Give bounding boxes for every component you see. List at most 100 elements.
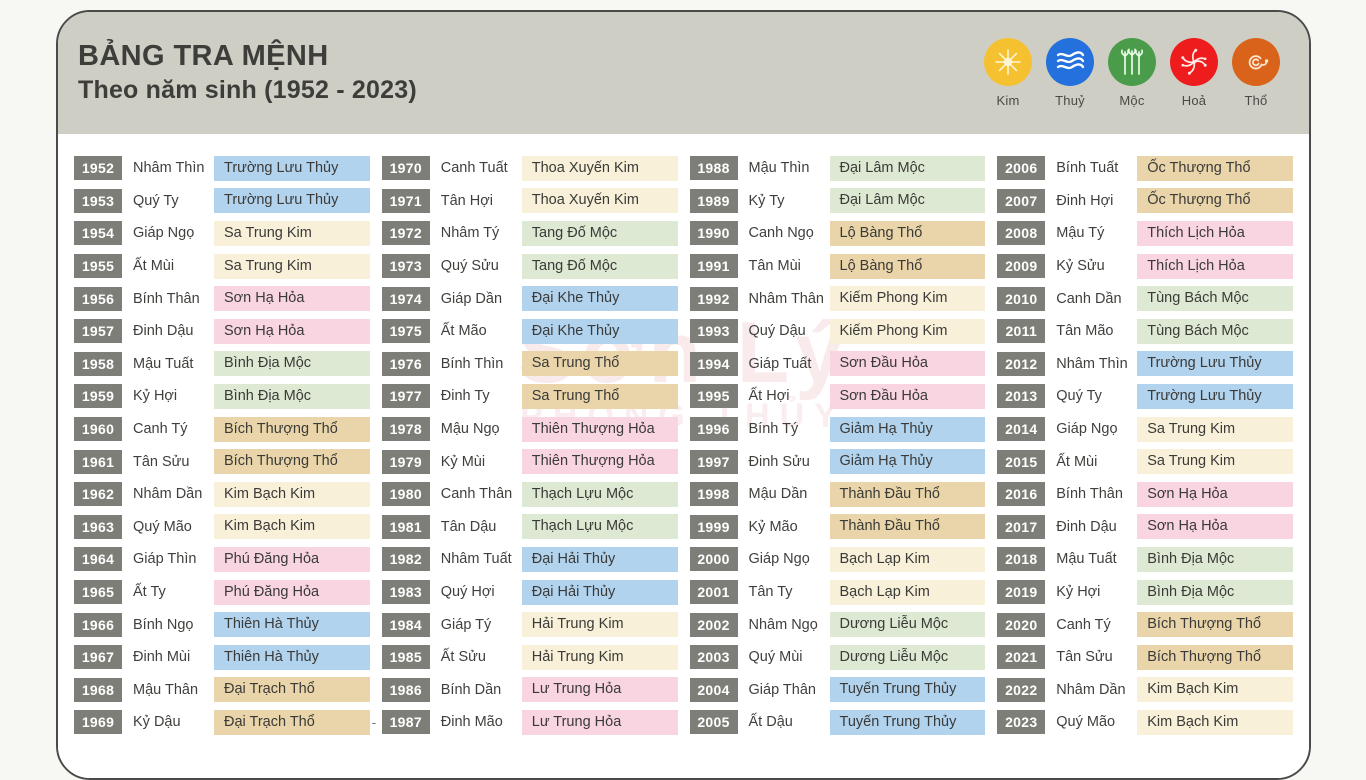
year-badge: 1953	[74, 188, 122, 213]
table-row[interactable]: 1961 Tân Sửu Bích Thượng Thổ	[74, 445, 370, 478]
table-row[interactable]: 1996 Bính Tý Giảm Hạ Thủy	[689, 413, 986, 446]
table-row[interactable]: 1976 Bính Thìn Sa Trung Thổ	[381, 348, 678, 381]
table-row[interactable]: 1990 Canh Ngọ Lộ Bàng Thổ	[689, 217, 986, 250]
table-row[interactable]: 1966 Bính Ngọ Thiên Hà Thủy	[74, 608, 370, 641]
table-row[interactable]: 2019 Kỷ Hợi Bình Địa Mộc	[997, 576, 1293, 609]
table-row[interactable]: 1970 Canh Tuất Thoa Xuyến Kim	[381, 152, 678, 185]
table-row[interactable]: 1964 Giáp Thìn Phú Đăng Hỏa	[74, 543, 370, 576]
table-row[interactable]: 2007 Đinh Hợi Ốc Thượng Thổ	[997, 185, 1293, 218]
can-chi-label: Giáp Ngọ	[1056, 421, 1118, 438]
table-row[interactable]: -1987 Đinh Mão Lư Trung Hỏa	[372, 706, 678, 739]
table-row[interactable]: 2005 Ất Dậu Tuyến Trung Thủy	[689, 706, 986, 739]
earth-swirl-icon	[1232, 38, 1280, 86]
table-row[interactable]: 1955 Ất Mùi Sa Trung Kim	[74, 250, 370, 283]
table-row[interactable]: 1983 Quý Hợi Đại Hải Thủy	[381, 576, 678, 609]
year-badge: 2003	[689, 645, 738, 670]
table-row[interactable]: 2004 Giáp Thân Tuyến Trung Thủy	[689, 674, 986, 707]
metal-sparkle-icon	[984, 38, 1032, 86]
can-chi-label: Tân Ty	[748, 584, 793, 601]
table-row[interactable]: 2017 Đinh Dậu Sơn Hạ Hỏa	[997, 511, 1293, 544]
table-row[interactable]: 1952 Nhâm Thìn Trường Lưu Thủy	[74, 152, 370, 185]
year-badge: 2014	[997, 417, 1046, 442]
table-row[interactable]: 2022 Nhâm Dần Kim Bạch Kim	[997, 674, 1293, 707]
table-row[interactable]: 1978 Mậu Ngọ Thiên Thượng Hỏa	[381, 413, 678, 446]
table-row[interactable]: 1957 Đinh Dậu Sơn Hạ Hỏa	[74, 315, 370, 348]
year-badge: 1956	[74, 286, 122, 311]
can-chi-label: Bính Thân	[1056, 486, 1123, 503]
can-chi-label: Tân Hợi	[440, 192, 493, 209]
table-row[interactable]: 2003 Quý Mùi Dương Liễu Mộc	[689, 641, 986, 674]
table-row[interactable]: 2016 Bính Thân Sơn Hạ Hỏa	[997, 478, 1293, 511]
table-row[interactable]: 1959 Kỷ Hợi Bình Địa Mộc	[74, 380, 370, 413]
table-row[interactable]: 2000 Giáp Ngọ Bạch Lạp Kim	[689, 543, 986, 576]
table-row[interactable]: 2015 Ất Mùi Sa Trung Kim	[997, 445, 1293, 478]
table-row[interactable]: 1997 Đinh Sửu Giảm Hạ Thủy	[689, 445, 986, 478]
table-row[interactable]: 1982 Nhâm Tuất Đại Hải Thủy	[381, 543, 678, 576]
table-row[interactable]: 1985 Ất Sửu Hải Trung Kim	[381, 641, 678, 674]
table-row[interactable]: 2014 Giáp Ngọ Sa Trung Kim	[997, 413, 1293, 446]
year-badge: 2015	[997, 449, 1046, 474]
table-row[interactable]: 1958 Mậu Tuất Bình Địa Mộc	[74, 348, 370, 381]
table-row[interactable]: 1981 Tân Dậu Thạch Lựu Mộc	[381, 511, 678, 544]
table-row[interactable]: 2013 Quý Ty Trường Lưu Thủy	[997, 380, 1293, 413]
can-chi-label: Kỷ Sửu	[1056, 258, 1105, 275]
table-row[interactable]: 1986 Bính Dần Lư Trung Hỏa	[381, 674, 678, 707]
table-row[interactable]: 2009 Kỷ Sửu Thích Lịch Hỏa	[997, 250, 1293, 283]
table-row[interactable]: 2011 Tân Mão Tùng Bách Mộc	[997, 315, 1293, 348]
table-row[interactable]: 1954 Giáp Ngọ Sa Trung Kim	[74, 217, 370, 250]
table-row[interactable]: 1994 Giáp Tuất Sơn Đầu Hỏa	[689, 348, 986, 381]
table-row[interactable]: 2012 Nhâm Thìn Trường Lưu Thủy	[997, 348, 1293, 381]
menh-band-moc: Bình Địa Mộc	[1137, 546, 1293, 572]
table-row[interactable]: 1975 Ất Mão Đại Khe Thủy	[381, 315, 678, 348]
menh-band-moc: Bình Địa Mộc	[1137, 579, 1293, 605]
table-row[interactable]: 1980 Canh Thân Thạch Lựu Mộc	[381, 478, 678, 511]
table-row[interactable]: 2010 Canh Dần Tùng Bách Mộc	[997, 282, 1293, 315]
table-row[interactable]: 1968 Mậu Thân Đại Trạch Thổ	[74, 674, 370, 707]
menh-band-tho: Thành Đầu Thổ	[829, 514, 986, 540]
table-row[interactable]: 1999 Kỷ Mão Thành Đầu Thổ	[689, 511, 986, 544]
year-badge: 1985	[381, 645, 430, 670]
can-chi-label: Nhâm Thìn	[1056, 355, 1128, 372]
table-row[interactable]: 1956 Bính Thân Sơn Hạ Hỏa	[74, 282, 370, 315]
table-row[interactable]: 2008 Mậu Tý Thích Lịch Hỏa	[997, 217, 1293, 250]
can-chi-label: Kỷ Mão	[748, 518, 798, 535]
table-row[interactable]: 1989 Kỷ Ty Đại Lâm Mộc	[689, 185, 986, 218]
year-badge: 1959	[74, 384, 122, 409]
table-row[interactable]: 1988 Mậu Thìn Đại Lâm Mộc	[689, 152, 986, 185]
table-row[interactable]: 1977 Đinh Ty Sa Trung Thổ	[381, 380, 678, 413]
table-row[interactable]: 2020 Canh Tý Bích Thượng Thổ	[997, 608, 1293, 641]
table-row[interactable]: 1967 Đinh Mùi Thiên Hà Thủy	[74, 641, 370, 674]
table-row[interactable]: 1953 Quý Ty Trường Lưu Thủy	[74, 185, 370, 218]
year-column-1: 1952 Nhâm Thìn Trường Lưu Thủy 1953 Quý Ty Tr…	[68, 152, 376, 768]
table-row[interactable]: 1991 Tân Mùi Lộ Bàng Thổ	[689, 250, 986, 283]
table-row[interactable]: 1973 Quý Sửu Tang Đố Mộc	[381, 250, 678, 283]
table-row[interactable]: 1965 Ất Ty Phú Đăng Hỏa	[74, 576, 370, 609]
table-row[interactable]: 1962 Nhâm Dần Kim Bạch Kim	[74, 478, 370, 511]
table-row[interactable]: 1969 Kỷ Dậu Đại Trạch Thổ	[74, 706, 370, 739]
table-row[interactable]: 1972 Nhâm Tý Tang Đố Mộc	[381, 217, 678, 250]
table-row[interactable]: 2002 Nhâm Ngọ Dương Liễu Mộc	[689, 608, 986, 641]
menh-band-moc: Đại Lâm Mộc	[829, 155, 986, 181]
can-chi-label: Đinh Dậu	[1056, 518, 1117, 535]
can-chi-label: Đinh Mão	[440, 714, 503, 731]
table-row[interactable]: 1971 Tân Hợi Thoa Xuyến Kim	[381, 185, 678, 218]
table-row[interactable]: 1992 Nhâm Thân Kiếm Phong Kim	[689, 282, 986, 315]
table-row[interactable]: 2021 Tân Sửu Bích Thượng Thổ	[997, 641, 1293, 674]
table-row[interactable]: 1960 Canh Tý Bích Thượng Thổ	[74, 413, 370, 446]
table-row[interactable]: 1979 Kỷ Mùi Thiên Thượng Hỏa	[381, 445, 678, 478]
can-chi-label: Đinh Hợi	[1056, 192, 1114, 209]
table-row[interactable]: 2023 Quý Mão Kim Bạch Kim	[997, 706, 1293, 739]
table-row[interactable]: 2018 Mậu Tuất Bình Địa Mộc	[997, 543, 1293, 576]
water-waves-icon	[1046, 38, 1094, 86]
table-row[interactable]: 2006 Bính Tuất Ốc Thượng Thổ	[997, 152, 1293, 185]
table-row[interactable]: 2001 Tân Ty Bạch Lạp Kim	[689, 576, 986, 609]
table-row[interactable]: 1984 Giáp Tý Hải Trung Kim	[381, 608, 678, 641]
year-badge: 2019	[997, 580, 1046, 605]
table-row[interactable]: 1963 Quý Mão Kim Bạch Kim	[74, 511, 370, 544]
menh-band-kim: Hải Trung Kim	[521, 612, 678, 638]
year-badge: 1968	[74, 677, 122, 702]
table-row[interactable]: 1993 Quý Dậu Kiếm Phong Kim	[689, 315, 986, 348]
table-row[interactable]: 1995 Ất Hợi Sơn Đầu Hỏa	[689, 380, 986, 413]
table-row[interactable]: 1998 Mậu Dần Thành Đầu Thổ	[689, 478, 986, 511]
table-row[interactable]: 1974 Giáp Dần Đại Khe Thủy	[381, 282, 678, 315]
